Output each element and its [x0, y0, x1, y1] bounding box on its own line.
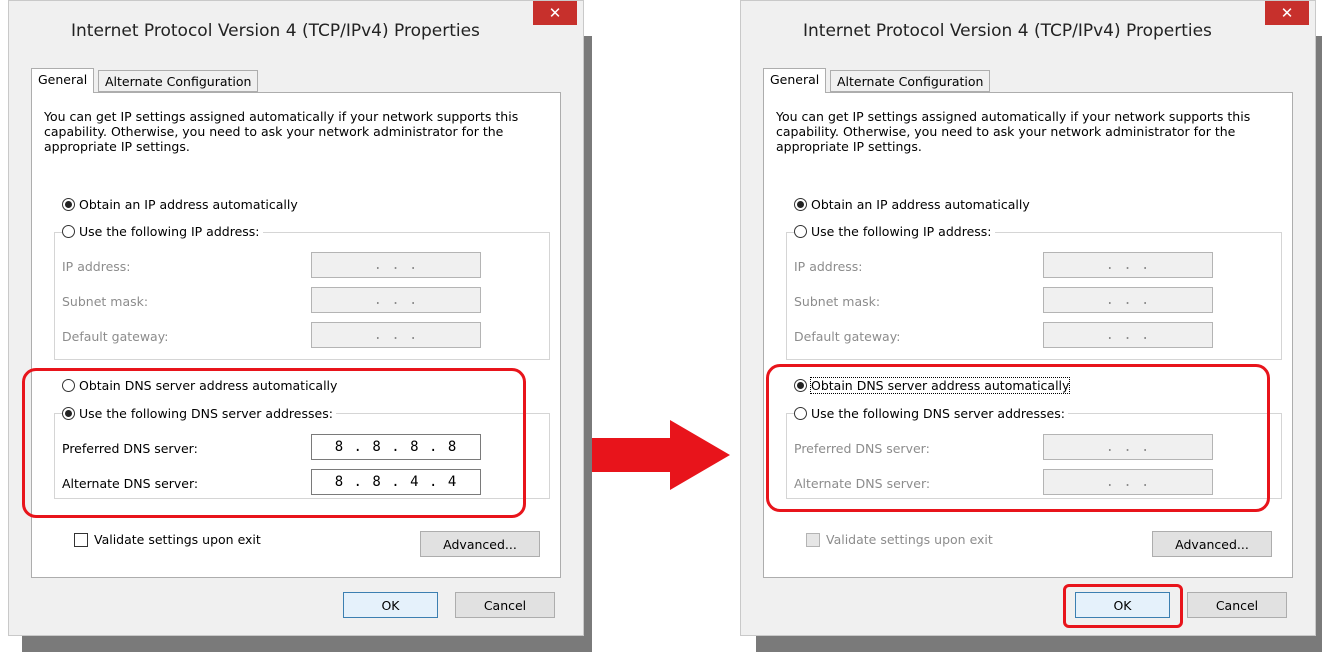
cancel-button[interactable]: Cancel — [455, 592, 555, 618]
radio-button[interactable] — [62, 198, 75, 211]
use-static-ip-option[interactable]: Use the following IP address: — [794, 224, 995, 239]
validate-label: Validate settings upon exit — [826, 532, 993, 547]
subnet-mask-label: Subnet mask: — [62, 294, 149, 309]
validate-checkbox[interactable] — [74, 532, 88, 547]
subnet-mask-field[interactable]: . . . — [311, 287, 481, 313]
radio-button[interactable] — [794, 225, 807, 238]
obtain-ip-auto-option[interactable]: Obtain an IP address automatically — [794, 197, 1033, 212]
title-bar[interactable]: Internet Protocol Version 4 (TCP/IPv4) P… — [9, 1, 583, 57]
tab-general[interactable]: General — [31, 68, 95, 93]
ipv4-properties-dialog-before: Internet Protocol Version 4 (TCP/IPv4) P… — [8, 0, 584, 636]
default-gateway-label: Default gateway: — [62, 329, 169, 344]
validate-settings-option[interactable]: Validate settings upon exit — [806, 532, 993, 547]
highlight-ok-button — [1063, 584, 1183, 628]
ip-address-field[interactable]: . . . — [311, 252, 481, 278]
default-gateway-label: Default gateway: — [794, 329, 901, 344]
highlight-dns-section-after — [766, 364, 1270, 512]
radio-button[interactable] — [62, 225, 75, 238]
ip-address-field[interactable]: . . . — [1043, 252, 1213, 278]
description-text: You can get IP settings assigned automat… — [776, 109, 1251, 154]
tab-alternate-configuration[interactable]: Alternate Configuration — [830, 70, 991, 92]
description-text: You can get IP settings assigned automat… — [44, 109, 519, 154]
use-static-ip-label: Use the following IP address: — [79, 224, 260, 239]
dialog-title: Internet Protocol Version 4 (TCP/IPv4) P… — [71, 21, 480, 41]
use-static-ip-option[interactable]: Use the following IP address: — [62, 224, 263, 239]
subnet-mask-field[interactable]: . . . — [1043, 287, 1213, 313]
tab-general[interactable]: General — [763, 68, 827, 93]
advanced-button[interactable]: Advanced... — [1152, 531, 1272, 557]
title-bar[interactable]: Internet Protocol Version 4 (TCP/IPv4) P… — [741, 1, 1315, 57]
validate-label: Validate settings upon exit — [94, 532, 261, 547]
use-static-ip-label: Use the following IP address: — [811, 224, 992, 239]
obtain-ip-auto-option[interactable]: Obtain an IP address automatically — [62, 197, 301, 212]
ip-address-label: IP address: — [794, 259, 863, 274]
ok-button[interactable]: OK — [343, 592, 438, 618]
validate-checkbox[interactable] — [806, 532, 820, 547]
subnet-mask-label: Subnet mask: — [794, 294, 881, 309]
validate-settings-option[interactable]: Validate settings upon exit — [74, 532, 261, 547]
close-button[interactable]: ✕ — [1265, 1, 1309, 25]
highlight-dns-section-before — [22, 368, 526, 518]
advanced-button[interactable]: Advanced... — [420, 531, 540, 557]
dialog-title: Internet Protocol Version 4 (TCP/IPv4) P… — [803, 21, 1212, 41]
obtain-ip-auto-label: Obtain an IP address automatically — [79, 197, 298, 212]
close-button[interactable]: ✕ — [533, 1, 577, 25]
ipv4-properties-dialog-after: Internet Protocol Version 4 (TCP/IPv4) P… — [740, 0, 1316, 636]
default-gateway-field[interactable]: . . . — [1043, 322, 1213, 348]
cancel-button[interactable]: Cancel — [1187, 592, 1287, 618]
tab-alternate-configuration[interactable]: Alternate Configuration — [98, 70, 259, 92]
default-gateway-field[interactable]: . . . — [311, 322, 481, 348]
ip-address-label: IP address: — [62, 259, 131, 274]
radio-button[interactable] — [794, 198, 807, 211]
right-arrow-icon — [592, 420, 730, 490]
obtain-ip-auto-label: Obtain an IP address automatically — [811, 197, 1030, 212]
